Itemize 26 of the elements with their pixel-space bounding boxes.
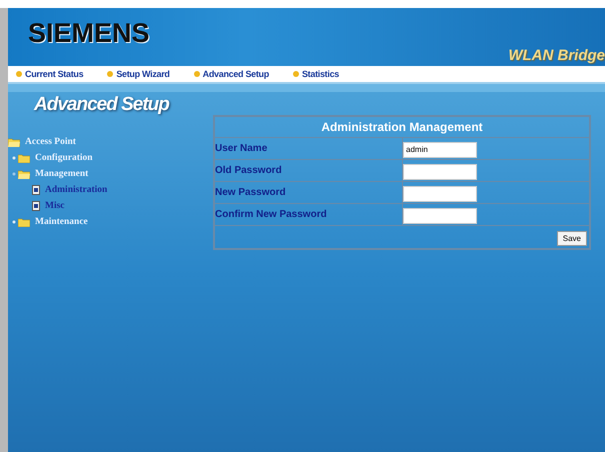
input-field[interactable] [403, 208, 477, 224]
bullet-icon [292, 71, 299, 77]
logo: SIEMENS [28, 18, 150, 49]
expander-icon[interactable] [12, 172, 16, 176]
nav-link[interactable]: Setup Wizard [116, 69, 170, 79]
folder-icon [18, 154, 30, 162]
input-field[interactable]: admin [403, 142, 477, 158]
expander-icon[interactable] [12, 156, 16, 160]
field-label: User Name [214, 138, 402, 160]
nav-link[interactable]: Advanced Setup [202, 69, 269, 79]
nav-link[interactable]: Current Status [25, 69, 84, 79]
bullet-icon [107, 71, 114, 77]
product-name: WLAN Bridge [508, 47, 605, 64]
bullet-icon [194, 71, 200, 77]
bullet-icon [16, 71, 22, 77]
input-field[interactable] [403, 186, 477, 202]
field-label: New Password [214, 182, 402, 204]
folder-icon [18, 218, 30, 226]
field-label: Old Password [214, 160, 402, 182]
nav-link[interactable]: Statistics [302, 69, 339, 79]
section-title: Advanced Setup [34, 94, 170, 116]
save-button[interactable]: Save [556, 231, 587, 246]
expander-icon[interactable] [12, 220, 16, 224]
input-field[interactable] [403, 164, 477, 180]
field-label: Confirm New Password [214, 204, 402, 226]
folder-icon [18, 170, 30, 178]
